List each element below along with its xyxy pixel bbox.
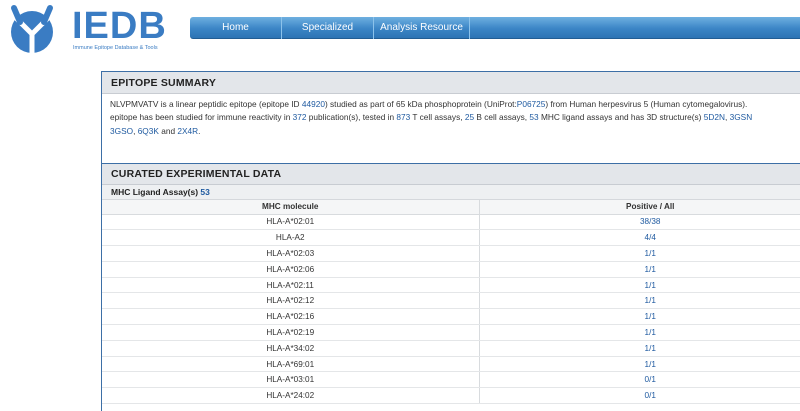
table-row: HLA-A*03:01 0/1 [102,371,800,389]
mhc-molecule-cell: HLA-A*02:11 [102,277,480,294]
summary-text-5: publication(s), tested in [306,112,397,123]
logo-subtitle: Immune Epitope Database & Tools [73,45,158,51]
summary-text-11: and [158,125,178,136]
structure-link-4[interactable]: 6Q3K [138,126,159,136]
table-row: HLA-A*02:19 1/1 [102,324,800,341]
col-mhc-molecule[interactable]: MHC molecule [102,200,480,215]
mhc-ligand-table: MHC molecule Positive / All HLA-A*02:01 3… [102,200,800,405]
curated-data-title: CURATED EXPERIMENTAL DATA [102,164,800,185]
summary-text-4: epitope has been studied for immune reac… [110,112,293,123]
positive-all-link[interactable]: 0/1 [479,371,800,389]
epitope-summary-text: NLVPMVATV is a linear peptidic epitope (… [102,94,800,142]
epitope-summary-title: EPITOPE SUMMARY [102,72,800,94]
table-row: HLA-A*34:02 1/1 [102,340,800,357]
uniprot-link[interactable]: P06725 [517,99,546,109]
table-row: HLA-A*02:12 1/1 [102,292,800,310]
nav-specialized-searches[interactable]: Specialized Searches [282,17,374,55]
tcell-assays-link[interactable]: 873 [396,112,410,122]
mhc-ligand-assays-header: MHC Ligand Assay(s) 53 [102,185,800,200]
summary-text-6: T cell assays, [410,112,465,123]
mhc-molecule-cell: HLA-A*24:02 [102,387,480,405]
mhc-molecule-cell: HLA-A*02:03 [102,245,480,262]
iedb-antibody-logo-icon [11,5,53,53]
table-row: HLA-A2 4/4 [102,229,800,247]
structure-link-2[interactable]: 3GSN [730,112,753,122]
positive-all-link[interactable]: 1/1 [479,261,800,278]
summary-text-12: . [198,125,201,136]
structure-link-3[interactable]: 3GSO [110,126,133,136]
table-row: HLA-A*02:06 1/1 [102,261,800,278]
curated-data-panel: CURATED EXPERIMENTAL DATA MHC Ligand Ass… [101,163,800,411]
table-row: HLA-A*02:01 38/38 [102,214,800,231]
positive-all-link[interactable]: 1/1 [479,356,800,373]
publications-link[interactable]: 372 [293,112,307,122]
mhc-ligand-assays-count-link[interactable]: 53 [200,187,209,197]
main-nav: Home Specialized Searches Analysis Resou… [190,17,800,55]
mhc-molecule-cell: HLA-A*02:01 [102,214,480,231]
structure-link-5[interactable]: 2X4R [177,126,198,136]
structure-link-1[interactable]: 5D2N [704,112,725,122]
summary-text-2: ) studied as part of 65 kDa phosphoprote… [324,99,517,109]
mhc-molecule-cell: HLA-A*34:02 [102,340,480,357]
positive-all-link[interactable]: 1/1 [479,308,800,326]
mhc-ligand-assays-label: MHC Ligand Assay(s) [111,187,201,197]
summary-text-7: B cell assays, [474,112,530,123]
positive-all-link[interactable]: 1/1 [479,324,800,341]
table-header-row: MHC molecule Positive / All [102,200,800,215]
mhc-assays-link[interactable]: 53 [529,112,538,122]
summary-text-8: MHC ligand assays and has 3D structure(s… [538,112,704,123]
positive-all-link[interactable]: 1/1 [479,292,800,310]
mhc-molecule-cell: HLA-A*02:16 [102,308,480,326]
mhc-molecule-cell: HLA-A2 [102,229,480,247]
table-row: HLA-A*02:03 1/1 [102,245,800,262]
positive-all-link[interactable]: 1/1 [479,340,800,357]
positive-all-link[interactable]: 1/1 [479,277,800,294]
mhc-molecule-cell: HLA-A*02:19 [102,324,480,341]
table-row: HLA-A*69:01 1/1 [102,356,800,373]
summary-text-1: NLVPMVATV is a linear peptidic epitope (… [110,99,302,109]
positive-all-link[interactable]: 1/1 [479,245,800,262]
mhc-molecule-cell: HLA-A*69:01 [102,356,480,373]
nav-home[interactable]: Home [190,17,282,39]
epitope-summary-panel: EPITOPE SUMMARY NLVPMVATV is a linear pe… [101,71,800,164]
summary-text-3: ) from Human herpesvirus 5 (Human cytome… [545,99,748,109]
iedb-logo[interactable]: IEDB Immune Epitope Database & Tools [6,4,166,54]
mhc-molecule-cell: HLA-A*02:06 [102,261,480,278]
mhc-table-body: HLA-A*02:01 38/38 HLA-A2 4/4 HLA-A*02:03 1/1 H… [102,214,800,405]
logo-title: IEDB [72,5,167,47]
epitope-id-link[interactable]: 44920 [302,99,325,109]
table-row: HLA-A*24:02 0/1 [102,387,800,405]
mhc-molecule-cell: HLA-A*02:12 [102,292,480,310]
table-row: HLA-A*02:16 1/1 [102,308,800,326]
positive-all-link[interactable]: 38/38 [479,214,800,231]
positive-all-link[interactable]: 4/4 [479,229,800,247]
table-row: HLA-A*02:11 1/1 [102,277,800,294]
mhc-molecule-cell: HLA-A*03:01 [102,371,480,389]
nav-analysis-resource[interactable]: Analysis Resource [374,17,470,39]
positive-all-link[interactable]: 0/1 [479,387,800,405]
bcell-assays-link[interactable]: 25 [465,112,474,122]
col-positive-all[interactable]: Positive / All [479,200,800,215]
